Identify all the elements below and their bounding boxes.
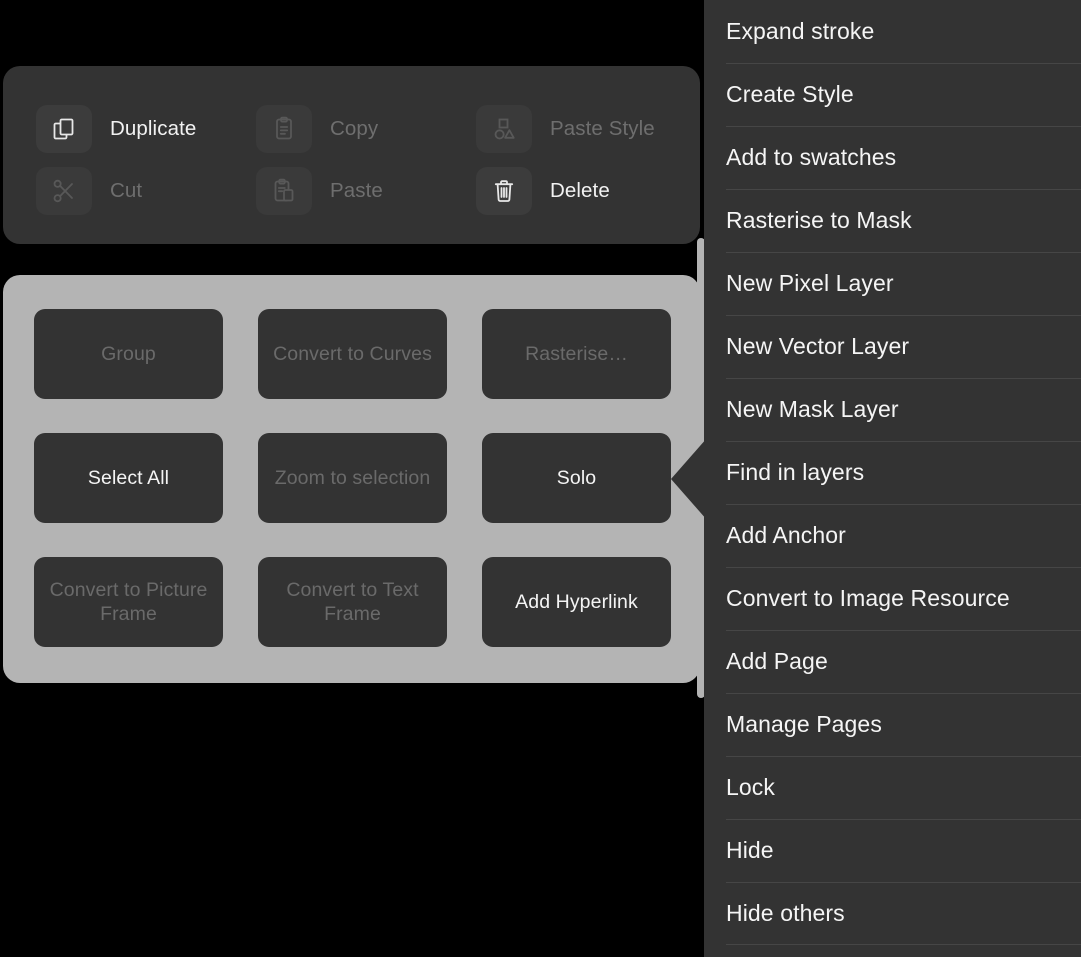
command-duplicate-label: Duplicate [110,117,197,140]
menu-item-add-anchor[interactable]: Add Anchor [704,504,1081,567]
command-copy-label: Copy [330,117,379,140]
menu-item-lock[interactable]: Lock [704,756,1081,819]
menu-item-expand-stroke[interactable]: Expand stroke [704,0,1081,63]
menu-item-new-mask-layer[interactable]: New Mask Layer [704,378,1081,441]
command-delete-label: Delete [550,179,610,202]
command-paste-label: Paste [330,179,383,202]
menu-item-rasterise-to-mask[interactable]: Rasterise to Mask [704,189,1081,252]
menu-item-convert-to-image-resource[interactable]: Convert to Image Resource [704,567,1081,630]
command-delete[interactable]: Delete [476,160,676,222]
menu-item-new-pixel-layer[interactable]: New Pixel Layer [704,252,1081,315]
menu-item-manage-pages[interactable]: Manage Pages [704,693,1081,756]
command-paste[interactable]: Paste [256,160,476,222]
command-paste-style[interactable]: Paste Style [476,98,676,160]
action-tile-select-all[interactable]: Select All [34,433,223,523]
menu-item-add-page[interactable]: Add Page [704,630,1081,693]
duplicate-icon [36,105,92,153]
command-cut[interactable]: Cut [36,160,256,222]
menu-item-find-in-layers[interactable]: Find in layers [704,441,1081,504]
menu-item-add-to-swatches[interactable]: Add to swatches [704,126,1081,189]
action-tile-add-hyperlink[interactable]: Add Hyperlink [482,557,671,647]
layer-context-menu: Expand stroke Create Style Add to swatch… [704,0,1081,957]
command-paste-style-label: Paste Style [550,117,655,140]
menu-item-hide[interactable]: Hide [704,819,1081,882]
paste-style-icon [476,105,532,153]
action-tile-zoom-to-selection[interactable]: Zoom to selection [258,433,447,523]
action-tile-convert-to-picture-frame[interactable]: Convert to Picture Frame [34,557,223,647]
scissors-icon [36,167,92,215]
paste-icon [256,167,312,215]
command-copy[interactable]: Copy [256,98,476,160]
object-actions-panel: Group Convert to Curves Rasterise… Selec… [3,275,700,683]
action-tile-convert-to-text-frame[interactable]: Convert to Text Frame [258,557,447,647]
action-tile-rasterise[interactable]: Rasterise… [482,309,671,399]
action-tile-grid: Group Convert to Curves Rasterise… Selec… [34,309,672,647]
clipboard-toolbar-panel: Duplicate Copy Paste Style Cut Paste Del… [3,66,700,244]
action-tile-solo[interactable]: Solo [482,433,671,523]
menu-item-new-vector-layer[interactable]: New Vector Layer [704,315,1081,378]
clipboard-command-grid: Duplicate Copy Paste Style Cut Paste Del… [36,98,676,222]
action-tile-group[interactable]: Group [34,309,223,399]
menu-item-hide-others[interactable]: Hide others [704,882,1081,945]
command-duplicate[interactable]: Duplicate [36,98,256,160]
action-tile-convert-to-curves[interactable]: Convert to Curves [258,309,447,399]
menu-item-create-style[interactable]: Create Style [704,63,1081,126]
copy-icon [256,105,312,153]
command-cut-label: Cut [110,179,143,202]
trash-icon [476,167,532,215]
